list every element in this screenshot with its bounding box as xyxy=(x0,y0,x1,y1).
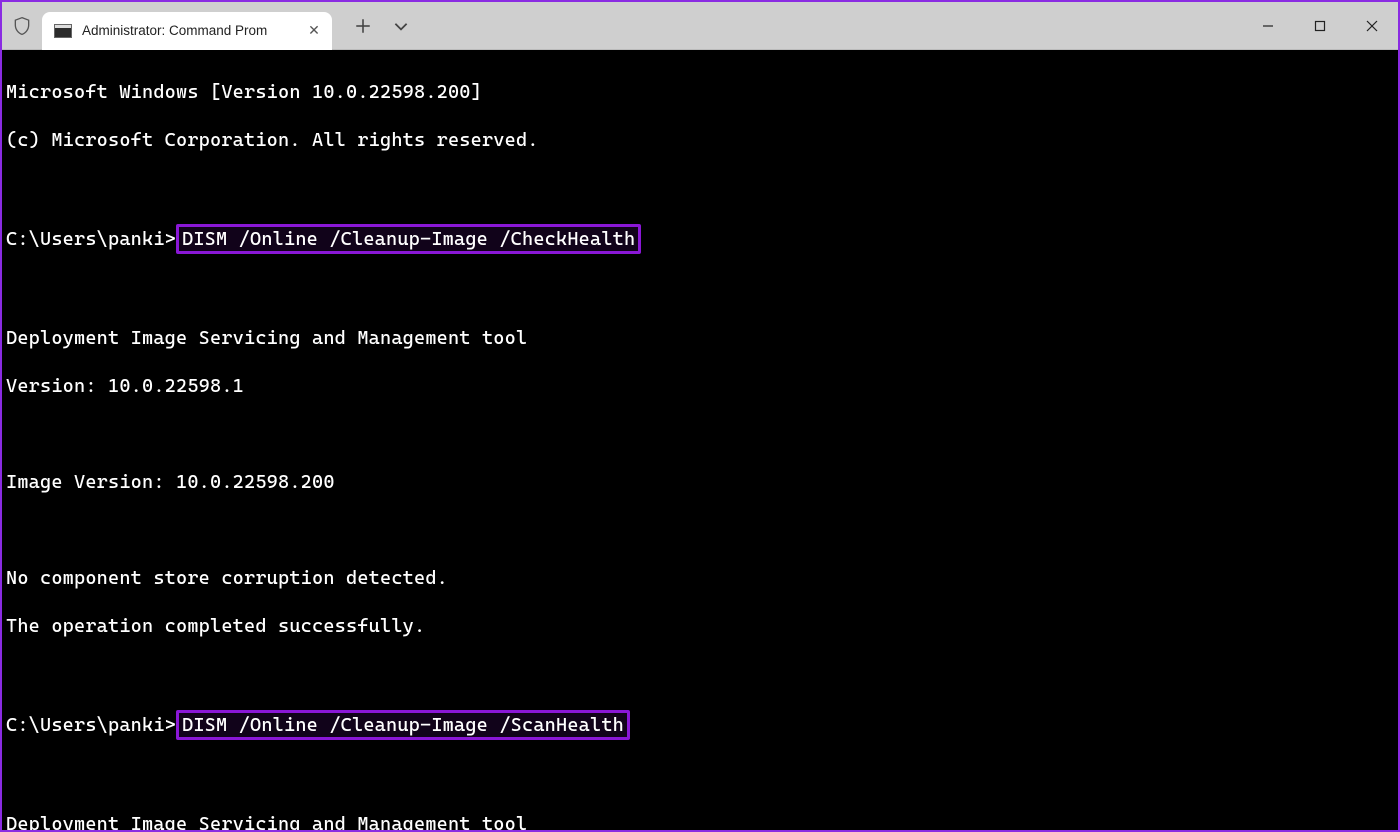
status-success: The operation completed successfully. xyxy=(6,614,1394,638)
shield-icon xyxy=(2,2,42,50)
maximize-button[interactable] xyxy=(1294,2,1346,49)
status-no-corruption: No component store corruption detected. xyxy=(6,566,1394,590)
tabbar-actions xyxy=(332,17,410,35)
window-controls xyxy=(1242,2,1398,49)
tab-title: Administrator: Command Prom xyxy=(82,23,296,38)
minimize-button[interactable] xyxy=(1242,2,1294,49)
image-version: Image Version: 10.0.22598.200 xyxy=(6,470,1394,494)
app-window: Administrator: Command Prom ✕ Microsoft … xyxy=(0,0,1400,832)
titlebar: Administrator: Command Prom ✕ xyxy=(2,2,1398,50)
dism-title: Deployment Image Servicing and Managemen… xyxy=(6,812,1394,830)
copyright-line: (c) Microsoft Corporation. All rights re… xyxy=(6,128,1394,152)
command-scanhealth: DISM /Online /Cleanup-Image /ScanHealth xyxy=(176,710,630,740)
close-tab-button[interactable]: ✕ xyxy=(306,23,322,39)
new-tab-button[interactable] xyxy=(354,17,372,35)
prompt: C:\Users\panki> xyxy=(6,228,176,250)
tab-dropdown-button[interactable] xyxy=(392,17,410,35)
dism-title: Deployment Image Servicing and Managemen… xyxy=(6,326,1394,350)
os-version-line: Microsoft Windows [Version 10.0.22598.20… xyxy=(6,80,1394,104)
dism-version: Version: 10.0.22598.1 xyxy=(6,374,1394,398)
tab-cmd[interactable]: Administrator: Command Prom ✕ xyxy=(42,12,332,50)
prompt: C:\Users\panki> xyxy=(6,714,176,736)
cmd-icon xyxy=(54,24,72,38)
command-checkhealth: DISM /Online /Cleanup-Image /CheckHealth xyxy=(176,224,641,254)
terminal-output[interactable]: Microsoft Windows [Version 10.0.22598.20… xyxy=(2,50,1398,830)
close-window-button[interactable] xyxy=(1346,2,1398,49)
